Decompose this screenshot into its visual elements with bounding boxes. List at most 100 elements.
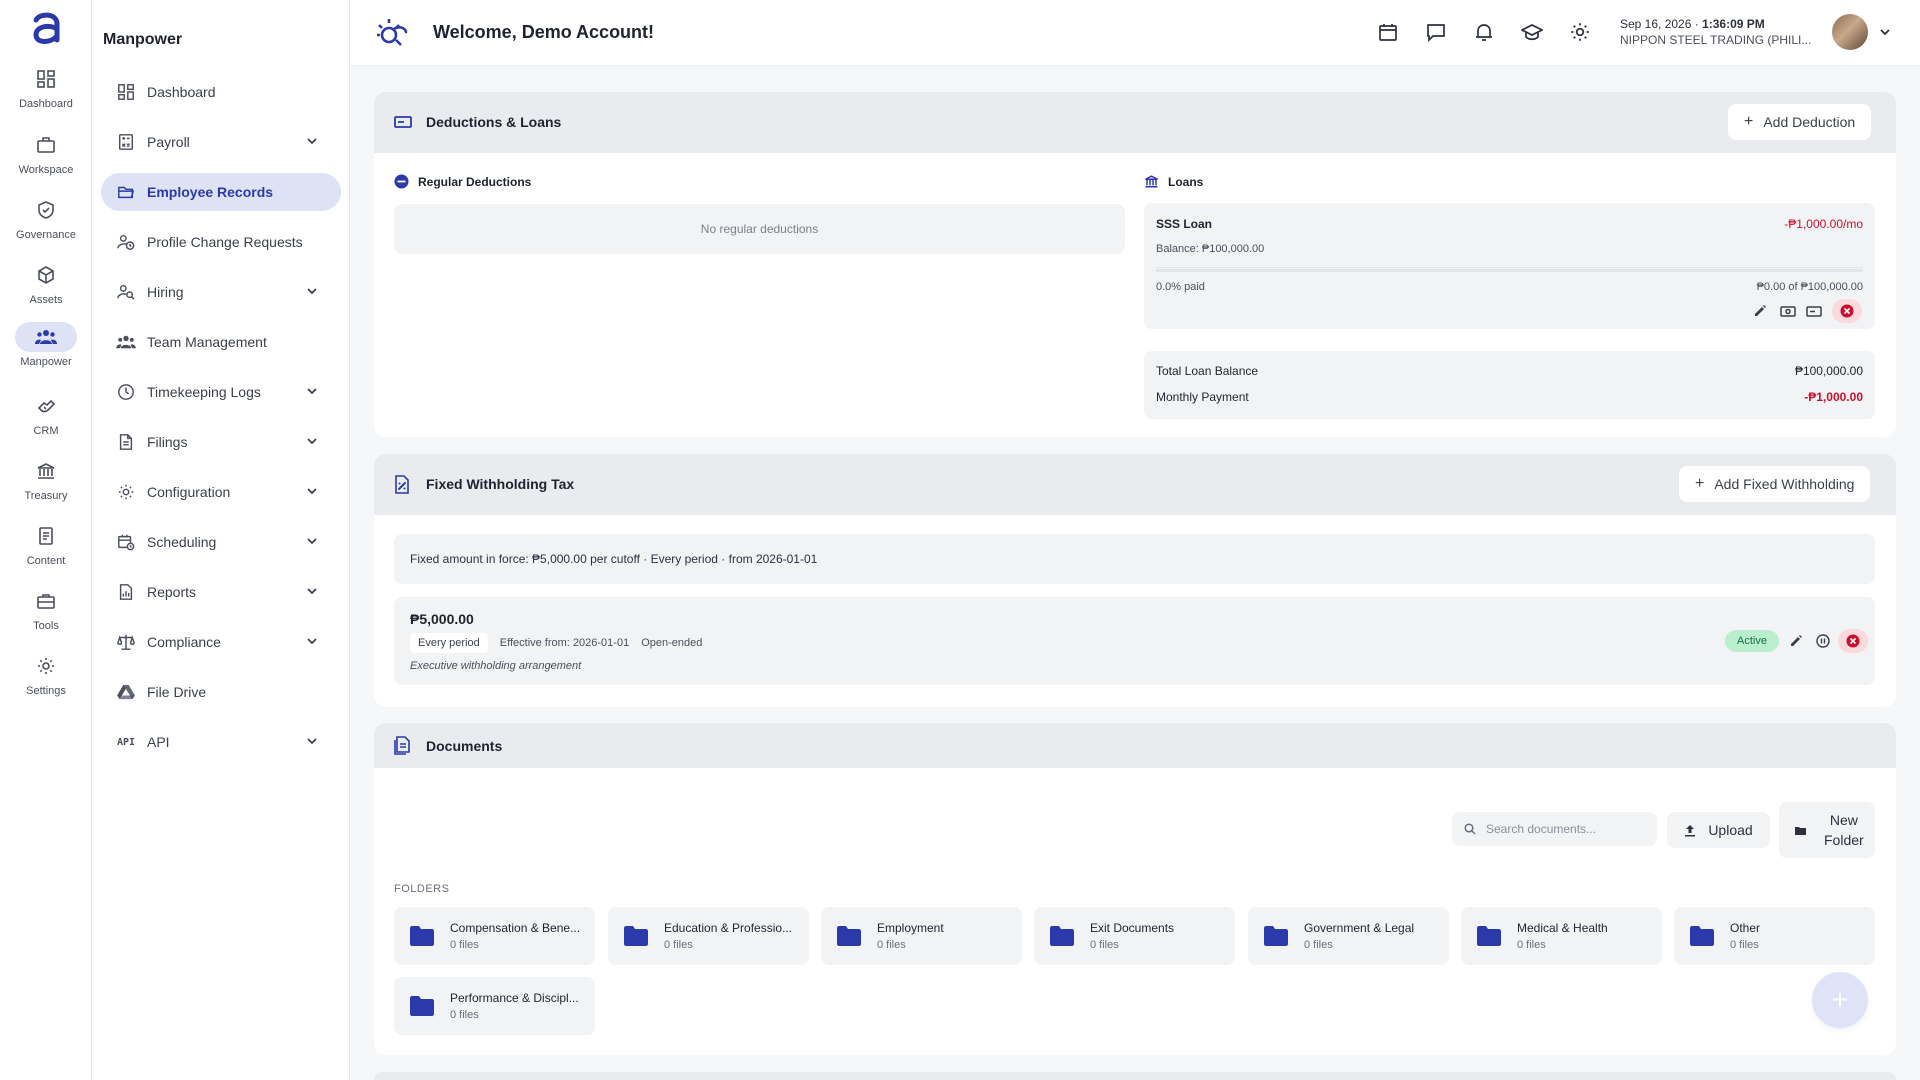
folder-item[interactable]: Other 0 files xyxy=(1674,907,1875,965)
rail-item-assets[interactable]: Assets xyxy=(0,260,92,320)
folder-icon xyxy=(1050,926,1074,946)
chevron-down-icon[interactable] xyxy=(305,284,319,298)
subsection-title: Regular Deductions xyxy=(418,174,532,189)
chevron-down-icon[interactable] xyxy=(305,534,319,548)
sidebar-item-reports[interactable]: Reports xyxy=(101,573,341,611)
payment-icon[interactable] xyxy=(1780,304,1796,318)
deductions-loans-card: Deductions & Loans + Add Deduction Regula… xyxy=(374,92,1896,437)
rail-label: Workspace xyxy=(18,164,74,176)
card-title: Documents xyxy=(426,738,503,754)
gear-icon[interactable] xyxy=(1569,21,1591,43)
avatar[interactable] xyxy=(1832,14,1868,50)
folders-label: FOLDERS xyxy=(394,883,450,895)
grid-icon xyxy=(15,64,77,94)
sidebar-item-file-drive[interactable]: File Drive xyxy=(101,673,341,711)
document-search[interactable] xyxy=(1452,812,1657,846)
sidebar-item-timekeeping-logs[interactable]: Timekeeping Logs xyxy=(101,373,341,411)
rail-label: Tools xyxy=(33,620,59,632)
delete-withholding-button[interactable] xyxy=(1838,629,1868,653)
rail-item-dashboard[interactable]: Dashboard xyxy=(0,64,92,124)
edit-icon[interactable] xyxy=(1753,304,1767,318)
folder-count: 0 files xyxy=(877,939,906,951)
sidebar-item-team-management[interactable]: Team Management xyxy=(101,323,341,361)
folder-count: 0 files xyxy=(1090,939,1119,951)
edit-icon[interactable] xyxy=(1789,634,1803,648)
folder-item[interactable]: Government & Legal 0 files xyxy=(1248,907,1449,965)
plus-icon: + xyxy=(1744,113,1754,130)
sidebar-item-scheduling[interactable]: Scheduling xyxy=(101,523,341,561)
folder-item[interactable]: Exit Documents 0 files xyxy=(1034,907,1235,965)
folder-item[interactable]: Education & Professio... 0 files xyxy=(608,907,809,965)
sidebar-item-hiring[interactable]: Hiring xyxy=(101,273,341,311)
chevron-down-icon[interactable] xyxy=(305,634,319,648)
folder-icon xyxy=(1690,926,1714,946)
bell-icon[interactable] xyxy=(1473,21,1495,43)
money-icon[interactable] xyxy=(1806,304,1822,318)
sidebar-item-profile-change-requests[interactable]: Profile Change Requests xyxy=(101,223,341,261)
company-name[interactable]: NIPPON STEEL TRADING (PHILI... xyxy=(1620,33,1811,47)
rail-item-manpower[interactable]: Manpower xyxy=(0,322,92,382)
folder-name: Government & Legal xyxy=(1304,921,1415,935)
folder-item[interactable]: Employment 0 files xyxy=(821,907,1022,965)
delete-loan-button[interactable] xyxy=(1832,299,1862,323)
chevron-down-icon[interactable] xyxy=(305,584,319,598)
folder-item[interactable]: Medical & Health 0 files xyxy=(1461,907,1662,965)
rail-item-settings[interactable]: Settings xyxy=(0,651,92,711)
subsection-title: Loans xyxy=(1168,174,1204,189)
rail-item-crm[interactable]: CRM xyxy=(0,391,92,451)
sidebar-item-employee-records[interactable]: Employee Records xyxy=(101,173,341,211)
new-folder-button[interactable]: New Folder xyxy=(1779,802,1875,858)
sidebar-item-dashboard[interactable]: Dashboard xyxy=(101,73,341,111)
rail-label: CRM xyxy=(33,425,59,437)
chevron-down-icon[interactable] xyxy=(305,734,319,748)
datetime: Sep 16, 2026 · 1:36:09 PM xyxy=(1620,17,1765,31)
card-header: Fixed Withholding Tax + Add Fixed Withhol… xyxy=(374,454,1896,515)
chevron-down-icon[interactable] xyxy=(1878,25,1892,39)
sidebar-item-compliance[interactable]: Compliance xyxy=(101,623,341,661)
floating-add-button[interactable]: + xyxy=(1812,972,1868,1028)
folder-name: Other xyxy=(1730,921,1761,935)
brand-logo-icon[interactable] xyxy=(374,16,408,50)
graduation-cap-icon[interactable] xyxy=(1521,21,1543,43)
folder-icon xyxy=(837,926,861,946)
chevron-down-icon[interactable] xyxy=(305,484,319,498)
add-deduction-button[interactable]: + Add Deduction xyxy=(1728,104,1872,140)
rail-item-workspace[interactable]: Workspace xyxy=(0,130,92,190)
search-icon xyxy=(1464,823,1476,835)
button-label-line: New xyxy=(1829,812,1858,828)
rail-item-content[interactable]: Content xyxy=(0,521,92,581)
withholding-banner: Fixed amount in force: ₱5,000.00 per cut… xyxy=(394,534,1875,584)
chevron-down-icon[interactable] xyxy=(305,384,319,398)
sidebar-item-configuration[interactable]: Configuration xyxy=(101,473,341,511)
rail-item-tools[interactable]: Tools xyxy=(0,586,92,646)
chevron-down-icon[interactable] xyxy=(305,134,319,148)
folder-item[interactable]: Performance & Discipl... 0 files xyxy=(394,977,595,1035)
folder-item[interactable]: Compensation & Bene... 0 files xyxy=(394,907,595,965)
rail-item-treasury[interactable]: Treasury xyxy=(0,456,92,516)
withholding-entry: ₱5,000.00 Every period Effective from: 2… xyxy=(394,597,1875,685)
sidebar-item-api[interactable]: API API xyxy=(101,723,341,761)
folder-name: Medical & Health xyxy=(1517,921,1608,935)
chat-icon[interactable] xyxy=(1425,21,1447,43)
sidebar-item-label: Reports xyxy=(147,584,197,600)
sidebar-item-payroll[interactable]: Payroll xyxy=(101,123,341,161)
folder-icon xyxy=(624,926,648,946)
search-input[interactable] xyxy=(1486,822,1646,836)
effective-date: Effective from: 2026-01-01 xyxy=(499,637,630,649)
grid-icon xyxy=(115,81,137,103)
pause-icon[interactable] xyxy=(1816,634,1830,648)
app-logo-icon[interactable] xyxy=(28,10,64,48)
folder-count: 0 files xyxy=(1730,939,1759,951)
user-search-icon xyxy=(115,281,137,303)
sidebar-item-filings[interactable]: Filings xyxy=(101,423,341,461)
handshake-icon xyxy=(15,391,77,421)
top-header: Welcome, Demo Account! Sep 16, 2026 · 1:… xyxy=(350,0,1920,66)
upload-button[interactable]: Upload xyxy=(1667,812,1770,848)
chevron-down-icon[interactable] xyxy=(305,434,319,448)
calendar-icon[interactable] xyxy=(1377,21,1399,43)
report-icon xyxy=(115,581,137,603)
rail-label: Manpower xyxy=(20,356,72,368)
button-label: Upload xyxy=(1708,822,1753,838)
add-fixed-withholding-button[interactable]: + Add Fixed Withholding xyxy=(1679,466,1871,502)
rail-item-governance[interactable]: Governance xyxy=(0,195,92,255)
